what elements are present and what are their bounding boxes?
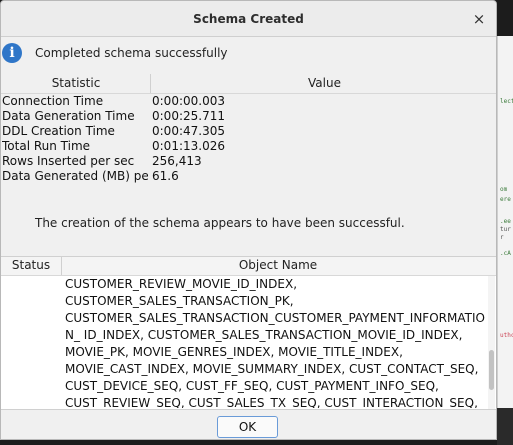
statistic-name: Connection Time — [2, 94, 104, 108]
statistic-value: 0:00:25.711 — [152, 109, 225, 123]
statistic-value: 256,413 — [152, 154, 202, 168]
success-message: The creation of the schema appears to ha… — [35, 216, 405, 230]
background-editor: lect om ere .ee tur r .cA uthc — [497, 36, 513, 408]
status-message: Completed schema successfully — [35, 46, 228, 60]
object-name-cell[interactable]: CUSTOMER_REVIEW_MOVIE_ID_INDEX, CUSTOMER… — [65, 276, 487, 408]
status-message-row: i Completed schema successfully — [1, 41, 496, 67]
column-header-value[interactable]: Value — [151, 76, 496, 90]
column-header-status[interactable]: Status — [1, 258, 61, 272]
column-header-statistic[interactable]: Statistic — [1, 76, 151, 90]
table-row[interactable]: Connection Time 0:00:00.003 — [1, 94, 496, 109]
statistic-name: Total Run Time — [2, 139, 91, 153]
table-row[interactable]: Data Generation Time 0:00:25.711 — [1, 109, 496, 124]
scrollbar-thumb[interactable] — [489, 350, 494, 390]
statistics-table-header: Statistic Value — [1, 74, 496, 94]
table-row[interactable]: Total Run Time 0:01:13.026 — [1, 139, 496, 154]
vertical-scrollbar[interactable] — [488, 276, 495, 409]
info-icon: i — [2, 43, 22, 63]
column-header-object-name[interactable]: Object Name — [62, 258, 494, 272]
statistic-name: Data Generated (MB) per... — [2, 169, 148, 183]
close-icon[interactable]: × — [470, 10, 488, 28]
statistic-name: DDL Creation Time — [2, 124, 115, 138]
table-row[interactable]: DDL Creation Time 0:00:47.305 — [1, 124, 496, 139]
table-row[interactable]: Rows Inserted per sec 256,413 — [1, 154, 496, 169]
statistics-table: Statistic Value Connection Time 0:00:00.… — [1, 74, 496, 184]
statistic-name: Rows Inserted per sec — [2, 154, 135, 168]
dialog-titlebar: Schema Created × — [1, 1, 496, 37]
statistic-value: 61.6 — [152, 169, 179, 183]
objects-table: Status Object Name CUSTOMER_REVIEW_MOVIE… — [1, 256, 496, 410]
dialog-title: Schema Created — [193, 12, 304, 26]
ok-button[interactable]: OK — [217, 416, 278, 438]
table-row[interactable]: Data Generated (MB) per... 61.6 — [1, 169, 496, 184]
statistic-value: 0:00:47.305 — [152, 124, 225, 138]
background-dark-area — [497, 408, 513, 445]
schema-created-dialog: Schema Created × i Completed schema succ… — [0, 0, 497, 440]
button-bar: OK — [1, 409, 496, 439]
statistic-value: 0:01:13.026 — [152, 139, 225, 153]
statistic-value: 0:00:00.003 — [152, 94, 225, 108]
statistic-name: Data Generation Time — [2, 109, 135, 123]
objects-table-header: Status Object Name — [1, 257, 496, 276]
